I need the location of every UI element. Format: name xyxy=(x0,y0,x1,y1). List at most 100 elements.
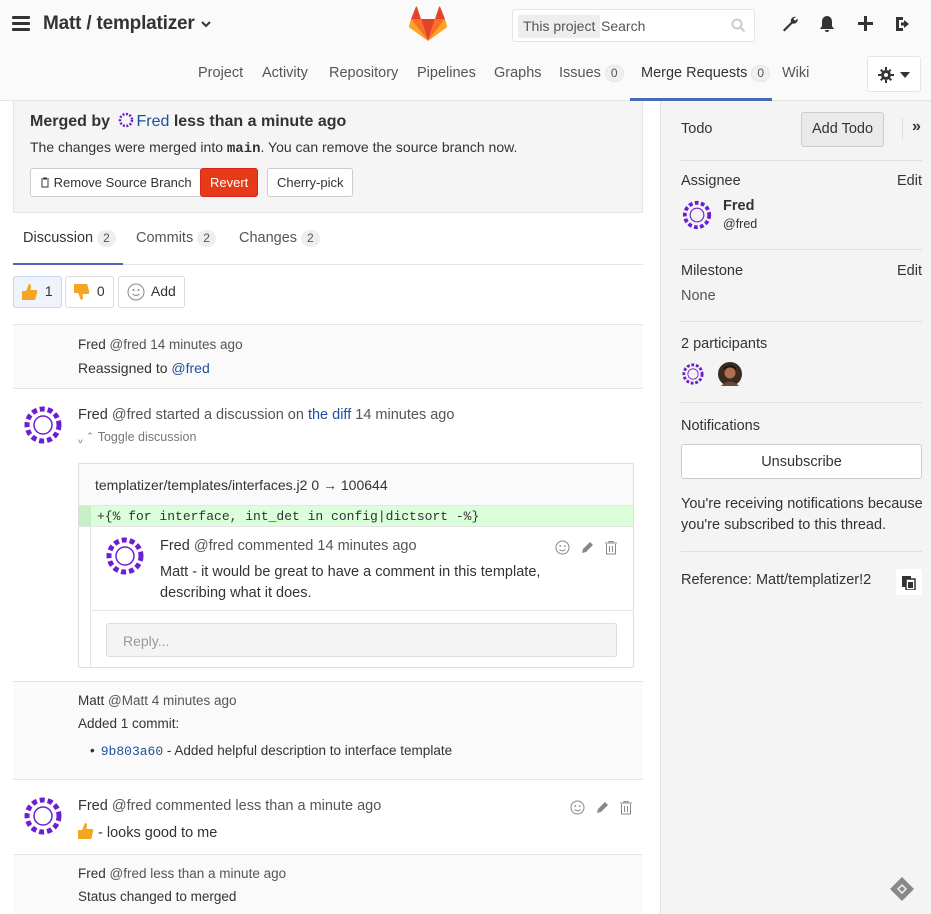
add-todo-button[interactable]: Add Todo xyxy=(801,112,885,147)
smiley-icon xyxy=(127,283,145,301)
trash-icon xyxy=(41,177,49,188)
merged-heading: Merged by Fred less than a minute ago xyxy=(30,112,347,130)
clipboard-icon xyxy=(902,576,916,590)
edit-assignee-link[interactable]: Edit xyxy=(897,173,922,189)
tab-repository[interactable]: Repository xyxy=(329,65,398,81)
notifications-label: Notifications xyxy=(681,418,760,434)
merged-by-user[interactable]: Fred xyxy=(136,113,169,130)
tab-project[interactable]: Project xyxy=(198,65,243,81)
active-mr-tab-indicator xyxy=(13,263,123,265)
trash-icon[interactable] xyxy=(604,540,618,555)
thumbs-up-icon xyxy=(22,284,38,301)
tab-merge-requests[interactable]: Merge Requests 0 xyxy=(641,65,771,82)
diff-line-code: +{% for interface, int_det in config|dic… xyxy=(97,509,480,524)
note-header: Fred @fred 14 minutes ago xyxy=(78,337,243,352)
remove-source-branch-button[interactable]: Remove Source Branch xyxy=(30,168,202,197)
chevron-down-icon xyxy=(200,21,211,28)
edit-milestone-link[interactable]: Edit xyxy=(897,263,922,279)
mr-tabs: Discussion 2 Commits 2 Changes 2 xyxy=(13,223,643,265)
search-scope[interactable]: This project xyxy=(518,15,601,38)
issues-count-badge: 0 xyxy=(604,65,624,82)
project-title[interactable]: Matt / templatizer xyxy=(43,13,212,35)
changes-count: 2 xyxy=(301,230,320,247)
fred-avatar[interactable] xyxy=(22,795,64,837)
chevron-icon: ⌃ xyxy=(86,431,94,441)
top-header: Matt / templatizer This project Search xyxy=(0,0,931,50)
participant-avatar-fred[interactable] xyxy=(681,362,705,386)
pencil-icon[interactable] xyxy=(595,800,610,815)
note-body: Added 1 commit: xyxy=(78,716,180,731)
comment-body: - looks good to me xyxy=(78,822,217,841)
comment-header: Fred @fred commented 14 minutes ago xyxy=(160,538,417,554)
search-icon xyxy=(731,18,746,33)
caret-down-icon xyxy=(900,72,910,78)
participants-label: 2 participants xyxy=(681,336,768,352)
diff-file-header: templatizer/templates/interfaces.j2 0 → … xyxy=(79,464,633,506)
gitlab-logo[interactable] xyxy=(408,5,448,43)
todo-label: Todo xyxy=(681,121,713,137)
collapse-sidebar-icon[interactable]: » xyxy=(912,118,921,136)
sign-out-icon[interactable] xyxy=(894,15,912,33)
system-note-status xyxy=(13,854,643,914)
unsubscribe-button[interactable]: Unsubscribe xyxy=(681,444,922,479)
thumbs-down-award-button[interactable]: 0 xyxy=(65,276,114,308)
diff-link[interactable]: the diff xyxy=(308,407,351,423)
wrench-icon[interactable] xyxy=(781,15,799,33)
feedback-icon[interactable] xyxy=(888,875,916,903)
tab-activity[interactable]: Activity xyxy=(262,65,308,81)
commit-list-item: • 9b803a60 - Added helpful description to… xyxy=(90,743,453,759)
notifications-text-2: you're subscribed to this thread. xyxy=(681,517,887,533)
assignee-label: Assignee xyxy=(681,173,741,189)
plus-icon[interactable] xyxy=(857,15,874,32)
tab-commits[interactable]: Commits 2 xyxy=(136,230,216,247)
note-header: Matt @Matt 4 minutes ago xyxy=(78,693,237,708)
smiley-icon[interactable] xyxy=(555,540,570,555)
fred-avatar[interactable] xyxy=(22,404,64,446)
smiley-icon[interactable] xyxy=(570,800,585,815)
thumbs-up-award-button[interactable]: 1 xyxy=(13,276,62,308)
search-input[interactable]: Search xyxy=(601,18,645,34)
notifications-text-1: You're receiving notifications because xyxy=(681,496,923,512)
milestone-label: Milestone xyxy=(681,263,744,279)
pencil-icon[interactable] xyxy=(580,540,595,555)
merged-widget: Merged by Fred less than a minute ago Th… xyxy=(13,101,643,213)
bell-icon[interactable] xyxy=(818,15,836,33)
mr-count-badge: 0 xyxy=(751,65,771,82)
revert-button[interactable]: Revert xyxy=(200,168,259,197)
chevron-up-icon: ^ xyxy=(78,433,83,444)
assignee-name[interactable]: Fred xyxy=(723,198,754,214)
tab-wiki[interactable]: Wiki xyxy=(782,65,809,81)
comment-header: Fred @fred commented less than a minute … xyxy=(78,798,382,814)
commit-sha-link[interactable]: 9b803a60 xyxy=(101,744,163,759)
fred-avatar-comment[interactable] xyxy=(104,535,146,577)
reply-input[interactable]: Reply... xyxy=(106,623,617,657)
note-header: Fred @fred less than a minute ago xyxy=(78,866,287,881)
tab-changes[interactable]: Changes 2 xyxy=(239,230,320,247)
trash-icon[interactable] xyxy=(619,800,633,815)
cherry-pick-button[interactable]: Cherry-pick xyxy=(267,168,354,197)
toggle-discussion[interactable]: ^ ⌃ Toggle discussion xyxy=(78,430,196,444)
tab-discussion[interactable]: Discussion 2 xyxy=(23,230,116,247)
settings-dropdown-button[interactable] xyxy=(867,56,921,92)
note-body: Reassigned to @fred xyxy=(78,360,210,376)
add-award-button[interactable]: Add xyxy=(118,276,185,308)
discussion-header: Fred @fred started a discussion on the d… xyxy=(78,407,455,423)
menu-icon[interactable] xyxy=(12,16,30,32)
tab-issues[interactable]: Issues 0 xyxy=(559,65,624,82)
tab-merge-requests-label: Merge Requests xyxy=(641,65,748,81)
note-body: Status changed to merged xyxy=(78,889,237,904)
tab-pipelines[interactable]: Pipelines xyxy=(417,65,476,81)
thumbs-up-icon xyxy=(78,823,94,839)
search-box[interactable]: This project Search xyxy=(512,9,755,42)
diff-line: +{% for interface, int_det in config|dic… xyxy=(79,506,633,527)
user-link[interactable]: @fred xyxy=(171,360,209,376)
discussion-count: 2 xyxy=(97,230,116,247)
gear-icon xyxy=(878,67,894,83)
user-avatar-small xyxy=(119,112,134,128)
assignee-avatar[interactable] xyxy=(681,199,713,231)
tab-graphs[interactable]: Graphs xyxy=(494,65,542,81)
copy-reference-button[interactable] xyxy=(896,569,922,595)
participant-avatar-matt[interactable] xyxy=(718,362,742,386)
system-note-reassigned xyxy=(13,324,643,388)
tab-issues-label: Issues xyxy=(559,65,601,81)
